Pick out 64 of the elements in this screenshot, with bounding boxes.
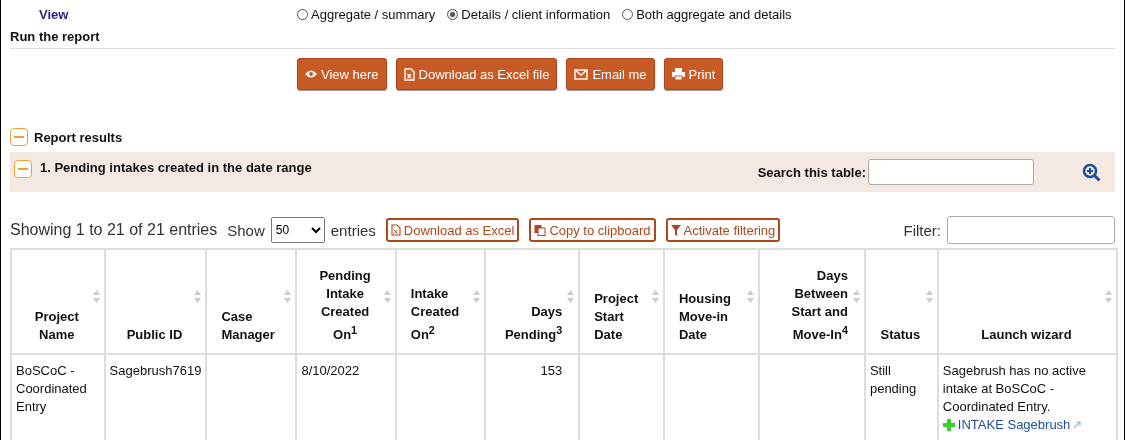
envelope-icon: [574, 68, 589, 80]
sort-icon[interactable]: [651, 290, 659, 303]
intake-link[interactable]: INTAKE Sagebrush: [942, 416, 1082, 434]
action-button[interactable]: View here: [297, 58, 387, 90]
column-header[interactable]: Days Between Start and Move-In$^{4}$: [759, 249, 865, 354]
column-header[interactable]: Pending Intake Created On$^{1}$: [296, 249, 396, 354]
sort-icon[interactable]: [852, 290, 860, 303]
column-header[interactable]: Public ID: [104, 249, 207, 354]
entries-info: Showing 1 to 21 of 21 entries: [10, 221, 218, 239]
radio-label[interactable]: Details / client information: [461, 6, 611, 22]
column-header[interactable]: Days Pending$^{3}$: [485, 249, 580, 354]
excel-file-icon: [390, 224, 401, 236]
filter-icon: [670, 224, 681, 236]
collapse-toggle-icon[interactable]: [10, 128, 28, 146]
external-link-icon: [1073, 421, 1082, 429]
action-button[interactable]: Download as Excel file: [395, 58, 558, 90]
radio-label[interactable]: Both aggregate and details: [636, 6, 792, 22]
column-header[interactable]: Project Name: [11, 249, 105, 354]
show-label: Show: [227, 221, 265, 239]
sort-icon[interactable]: [747, 290, 755, 303]
entries-label: entries: [330, 221, 376, 239]
column-header[interactable]: Launch wizard: [937, 249, 1117, 354]
action-button[interactable]: Email me: [566, 58, 655, 90]
sort-icon[interactable]: [473, 290, 481, 303]
table-cell: Sagebrush7619: [109, 363, 202, 378]
copy-icon: [534, 224, 547, 236]
sort-icon[interactable]: [284, 290, 292, 303]
zoom-in-icon[interactable]: [1082, 162, 1101, 182]
table-tool-button[interactable]: Download as Excel: [385, 218, 520, 242]
table-tool-button[interactable]: Activate filtering: [665, 218, 781, 242]
sort-icon[interactable]: [194, 290, 202, 303]
table-cell: Still pending: [869, 363, 917, 396]
column-header[interactable]: Status: [864, 249, 938, 354]
table-tool-button[interactable]: Copy to clipboard: [529, 218, 656, 242]
table-cell: 153: [540, 363, 563, 378]
radio-button[interactable]: [447, 8, 459, 20]
eye-icon: [305, 69, 317, 79]
column-header[interactable]: Case Manager: [206, 249, 297, 354]
radio-label[interactable]: Aggregate / summary: [311, 6, 436, 22]
printer-icon: [671, 68, 685, 80]
filter-field[interactable]: [947, 216, 1115, 244]
column-header[interactable]: Housing Move-in Date: [663, 249, 760, 354]
report-heading: Report results: [34, 129, 123, 145]
sort-icon[interactable]: [383, 290, 391, 303]
view-label: View: [39, 6, 70, 22]
search-field[interactable]: [868, 159, 1034, 185]
table-cell: BoSCoC - Coordinated Entry: [16, 363, 87, 414]
sort-icon[interactable]: [92, 290, 100, 303]
page-size-select[interactable]: 50: [270, 217, 325, 243]
sort-icon[interactable]: [1105, 290, 1112, 303]
section-title: 1. Pending intakes created in the date range: [40, 160, 312, 175]
plus-icon: [942, 419, 955, 431]
wizard-message: Sagebrush has no active intake at BoSCoC - Coordinated Entry.: [942, 362, 1087, 416]
section-heading: Run the report: [10, 28, 1115, 49]
search-label: Search this table:: [757, 164, 866, 180]
excel-file-icon: [403, 67, 415, 81]
column-header[interactable]: Project Start Date: [579, 249, 664, 354]
sort-icon[interactable]: [925, 290, 933, 303]
table-cell: 8/10/2022: [301, 363, 360, 378]
sort-icon[interactable]: [567, 290, 575, 303]
action-button[interactable]: Print: [663, 58, 724, 90]
filter-label: Filter:: [903, 221, 941, 239]
collapse-toggle-icon[interactable]: [14, 160, 32, 178]
column-header[interactable]: Intake Created On$^{2}$: [395, 249, 486, 354]
